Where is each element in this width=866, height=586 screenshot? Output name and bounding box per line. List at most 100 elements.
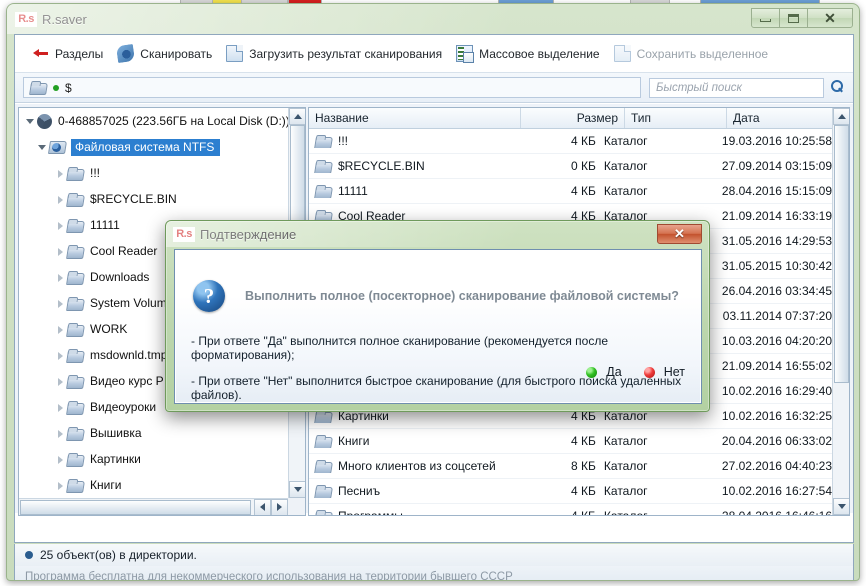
tree-item-folder[interactable]: !!! (19, 160, 288, 186)
maximize-button[interactable] (779, 8, 808, 28)
table-row[interactable]: $RECYCLE.BIN 0 КБ Каталог 27.09.2014 03:… (309, 154, 832, 179)
file-name-cell: Программы (309, 509, 504, 515)
file-type-cell: Каталог (603, 184, 648, 198)
table-row[interactable]: !!! 4 КБ Каталог 19.03.2016 10:25:58 (309, 129, 832, 154)
breadcrumb[interactable]: $ (23, 77, 641, 98)
status-dot-icon (25, 551, 33, 559)
chevron-right-icon[interactable] (53, 218, 67, 232)
scroll-down-button[interactable] (833, 498, 849, 515)
tree-item-ntfs[interactable]: Файловая система NTFS (19, 134, 288, 160)
scrollbar-track[interactable] (833, 383, 849, 498)
chevron-right-icon[interactable] (53, 296, 67, 310)
scan-icon (116, 43, 136, 64)
close-icon: ✕ (674, 226, 685, 241)
folder-icon (67, 453, 83, 466)
toolbar-label: Загрузить результат сканирования (249, 46, 443, 61)
file-date-cell: 26.04.2016 03:34:45 (721, 284, 832, 298)
toolbar-button-load-scan-result[interactable]: Загрузить результат сканирования (219, 41, 449, 67)
folder-icon (67, 219, 83, 232)
table-row[interactable]: Много клиентов из соцсетей 8 КБ Каталог … (309, 454, 832, 479)
column-header-name[interactable]: Название (309, 108, 521, 128)
chevron-right-icon[interactable] (53, 270, 67, 284)
chevron-right-icon[interactable] (53, 452, 67, 466)
folder-icon (67, 375, 83, 388)
chevron-right-icon[interactable] (53, 244, 67, 258)
dialog-logo-icon: R.s (173, 226, 195, 242)
scrollbar-thumb[interactable] (834, 125, 849, 383)
chevron-right-icon[interactable] (53, 426, 67, 440)
file-size-cell: 4 КБ (504, 509, 600, 515)
title-bar[interactable]: R.s R.saver ✕ (7, 4, 859, 34)
scrollbar-thumb[interactable] (20, 499, 251, 515)
tree-item-folder[interactable]: $RECYCLE.BIN (19, 186, 288, 212)
save-selected-icon (613, 45, 631, 62)
load-result-icon (226, 45, 244, 62)
chevron-right-icon[interactable] (53, 166, 67, 180)
chevron-down-icon[interactable] (23, 114, 37, 128)
close-button[interactable]: ✕ (807, 8, 853, 28)
chevron-right-icon[interactable] (53, 374, 67, 388)
tree-item-label: Cool Reader (90, 244, 158, 258)
tree-item-folder[interactable]: Картинки (19, 446, 288, 472)
dialog-body: ? Выполнить полное (посекторное) сканиро… (174, 249, 702, 404)
chevron-right-icon[interactable] (53, 400, 67, 414)
dialog-title-bar[interactable]: R.s Подтверждение ✕ (166, 221, 709, 247)
toolbar-button-mass-selection[interactable]: Массовое выделение (449, 41, 607, 67)
no-button[interactable]: Нет (643, 365, 685, 379)
status-dot-icon (53, 84, 59, 91)
file-size-cell: 4 КБ (571, 484, 596, 498)
toolbar-button-scan[interactable]: Сканировать (110, 41, 219, 67)
file-name-cell: $RECYCLE.BIN (309, 159, 504, 173)
arrow-up-icon (837, 114, 846, 119)
mass-select-icon (456, 45, 475, 63)
column-header-size[interactable]: Размер (521, 108, 625, 128)
file-date-cell: 10.02.2016 16:32:25 (721, 409, 832, 423)
folder-icon (67, 167, 83, 180)
dialog-close-button[interactable]: ✕ (657, 224, 702, 244)
table-row[interactable]: Программы 4 КБ Каталог 28.04.2016 16:46:… (309, 504, 832, 515)
dialog-title: Подтверждение (200, 226, 297, 242)
scroll-up-button[interactable] (833, 108, 849, 125)
file-size-cell: 4 КБ (571, 184, 596, 198)
chevron-down-icon[interactable] (35, 140, 49, 154)
chevron-right-icon[interactable] (53, 478, 67, 492)
maximize-icon (788, 13, 799, 23)
column-header-date[interactable]: Дата (727, 108, 849, 128)
column-header-type[interactable]: Тип (625, 108, 727, 128)
file-date-cell: 31.05.2015 10:30:42 (721, 259, 832, 273)
yes-button[interactable]: Да (586, 365, 622, 379)
chevron-right-icon[interactable] (53, 322, 67, 336)
chevron-right-icon[interactable] (53, 348, 67, 362)
tree-item-folder[interactable]: Вышивка (19, 420, 288, 446)
disk-icon (37, 113, 52, 129)
table-row[interactable]: Песниъ 4 КБ Каталог 10.02.2016 16:27:54 (309, 479, 832, 504)
toolbar-button-partitions[interactable]: Разделы (25, 41, 110, 67)
tree-item-disk[interactable]: 0-468857025 (223.56ГБ на Local Disk (D:)… (19, 108, 288, 134)
tree-item-label: Вышивка (90, 426, 142, 440)
chevron-right-icon[interactable] (53, 192, 67, 206)
search-icon[interactable] (830, 80, 845, 95)
tree-item-folder[interactable]: Книги (19, 472, 288, 498)
file-date-cell: 28.04.2016 15:15:09 (721, 184, 832, 198)
status-text: 25 объект(ов) в директории. (40, 548, 197, 562)
file-date-cell: 27.02.2016 04:40:23 (721, 459, 832, 473)
file-name: 11111 (338, 184, 368, 198)
file-list-vertical-scrollbar[interactable] (832, 108, 849, 515)
dialog-question-text: Выполнить полное (посекторное) сканирова… (245, 289, 679, 303)
scroll-up-button[interactable] (289, 108, 305, 125)
scroll-left-button[interactable] (254, 498, 271, 515)
tree-item-label: Видео курс Р (90, 374, 164, 388)
file-name-cell: Книги (309, 434, 504, 448)
minimize-button[interactable] (751, 8, 780, 28)
scroll-down-button[interactable] (289, 481, 305, 498)
search-input[interactable]: Быстрый поиск (649, 77, 824, 98)
file-name: !!! (338, 134, 349, 148)
file-date-cell: 21.09.2014 16:33:19 (721, 209, 832, 223)
file-type-cell: Каталог (600, 509, 694, 515)
table-row[interactable]: 11111 4 КБ Каталог 28.04.2016 15:15:09 (309, 179, 832, 204)
file-size-cell: 4 КБ (571, 434, 596, 448)
tree-horizontal-scrollbar[interactable] (19, 498, 288, 515)
file-name-cell: Много клиентов из соцсетей (309, 459, 504, 473)
table-row[interactable]: Книги 4 КБ Каталог 20.04.2016 06:33:02 (309, 429, 832, 454)
scroll-right-button[interactable] (271, 498, 288, 515)
